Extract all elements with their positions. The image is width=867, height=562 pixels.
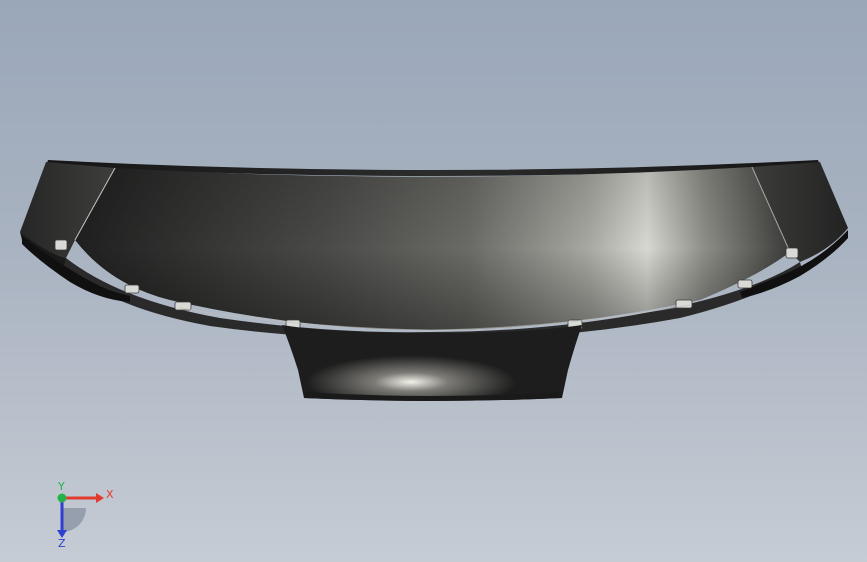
axis-triad: X Y Z	[57, 480, 114, 548]
z-axis-label: Z	[58, 537, 66, 548]
hub-base	[282, 325, 582, 401]
3d-model[interactable]	[0, 0, 867, 562]
y-axis-label: Y	[57, 480, 65, 493]
x-axis-label: X	[106, 488, 114, 501]
y-axis-dot	[57, 493, 67, 503]
graphics-viewport[interactable]: X Y Z	[0, 0, 867, 562]
triad-shadow	[62, 508, 86, 532]
x-axis-arrow	[96, 493, 104, 503]
